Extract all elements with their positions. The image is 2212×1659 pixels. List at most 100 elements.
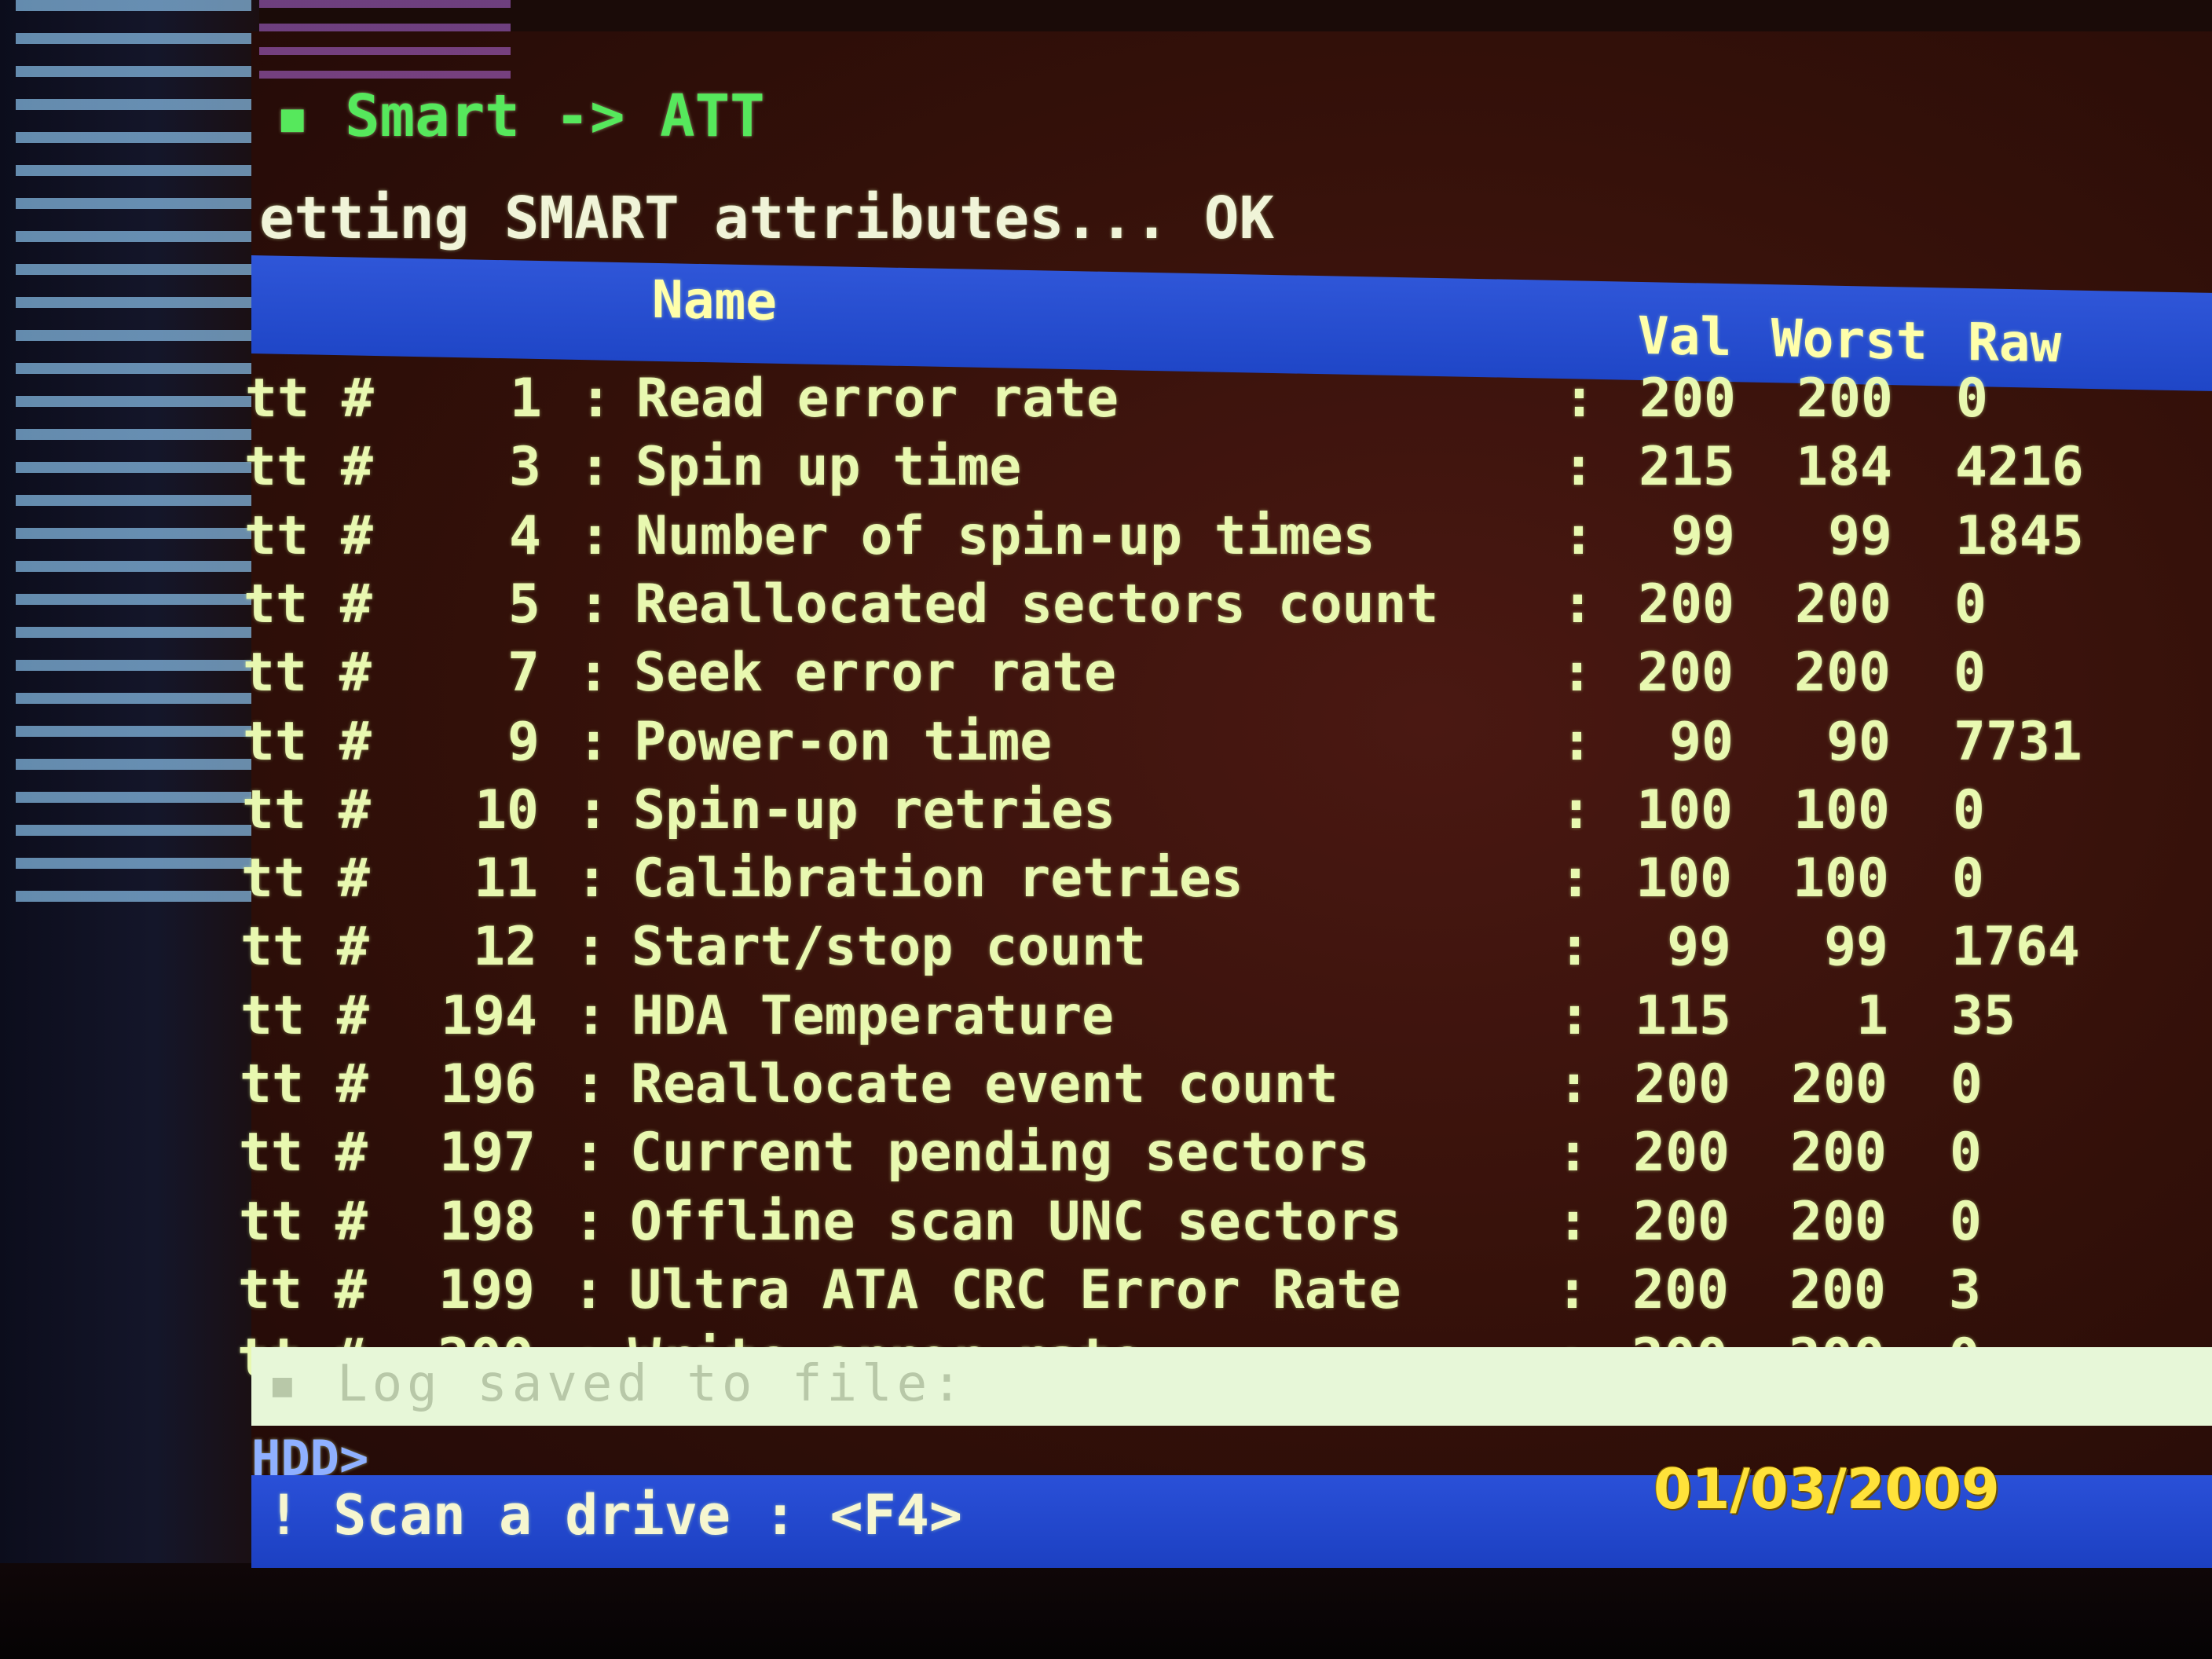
attr-prefix: tt # xyxy=(240,984,369,1047)
attr-sep: : xyxy=(577,778,609,841)
attr-sep-2: : xyxy=(1562,573,1594,635)
attr-sep: : xyxy=(576,848,608,910)
breadcrumb: ▪ Smart -> ATT xyxy=(275,82,765,150)
attr-name: Reallocate event count xyxy=(631,1053,1339,1115)
attr-sep-2: : xyxy=(1557,1122,1589,1185)
attr-id: 12 xyxy=(473,916,537,979)
attr-val: 200 xyxy=(1639,368,1736,430)
attr-val: 200 xyxy=(1637,642,1734,705)
attr-prefix: tt # xyxy=(245,368,374,430)
log-message: ▪ Log saved to file: xyxy=(267,1355,967,1413)
attr-raw: 1764 xyxy=(1951,916,2080,979)
attr-worst: 200 xyxy=(1790,1122,1887,1185)
attr-raw: 1845 xyxy=(1955,504,2084,567)
attr-worst: 200 xyxy=(1790,1190,1887,1253)
attr-worst: 200 xyxy=(1791,1053,1888,1115)
attr-name: Ultra ATA CRC Error Rate xyxy=(629,1258,1401,1321)
attr-id: 196 xyxy=(440,1053,537,1115)
attr-sep-2: : xyxy=(1558,1053,1590,1115)
attr-prefix: tt # xyxy=(243,710,372,773)
attr-sep: : xyxy=(574,1053,606,1115)
attr-id: 198 xyxy=(439,1190,536,1253)
attr-raw: 0 xyxy=(1953,778,1985,841)
monitor-bezel-bottom xyxy=(0,1563,2212,1659)
attr-sep: : xyxy=(573,1258,605,1321)
attr-sep: : xyxy=(577,642,610,705)
attr-name: Spin-up retries xyxy=(633,778,1116,841)
table-row: tt #197: Current pending sectors:200 200 0 xyxy=(239,1122,2212,1196)
attr-name: Calibration retries xyxy=(632,848,1243,910)
attr-prefix: tt # xyxy=(243,642,372,705)
attr-sep: : xyxy=(573,1122,606,1185)
attr-raw: 4216 xyxy=(1955,436,2084,499)
terminal-screen: ▪ Smart -> ATT etting SMART attributes..… xyxy=(237,0,2212,1568)
attr-val: 200 xyxy=(1632,1258,1729,1321)
attr-sep-2: : xyxy=(1563,368,1595,430)
attr-sep: : xyxy=(575,984,607,1047)
attr-raw: 0 xyxy=(1954,573,1987,635)
header-val: Val xyxy=(1638,305,1732,368)
attr-prefix: tt # xyxy=(240,916,369,979)
scan-drive-hint[interactable]: ! Scan a drive : <F4> xyxy=(267,1483,962,1547)
attr-sep-2: : xyxy=(1557,1190,1589,1253)
attr-prefix: tt # xyxy=(244,504,373,567)
attr-raw: 0 xyxy=(1950,1053,1983,1115)
attr-id: 194 xyxy=(441,984,537,1047)
table-row: tt #5: Reallocated sectors count:200 200 0 xyxy=(244,570,2212,639)
attr-sep: : xyxy=(575,916,607,979)
attr-sep: : xyxy=(580,368,612,430)
attr-name: Power-on time xyxy=(634,710,1053,773)
camera-date-stamp: 01/03/2009 xyxy=(1654,1457,2000,1522)
attr-raw: 0 xyxy=(1954,642,1986,705)
attr-raw: 7731 xyxy=(1954,710,2082,773)
attr-raw: 0 xyxy=(1952,848,1984,910)
attr-prefix: tt # xyxy=(244,436,373,499)
attr-prefix: tt # xyxy=(244,573,372,635)
table-row: tt #194: HDA Temperature:115 1 35 xyxy=(240,984,2212,1057)
attr-sep-2: : xyxy=(1559,848,1591,910)
attr-raw: 35 xyxy=(1951,984,2016,1047)
attr-sep-2: : xyxy=(1558,916,1591,979)
attr-raw: 0 xyxy=(1950,1190,1982,1253)
table-row: tt #198: Offline scan UNC sectors:200 200 0 xyxy=(239,1191,2212,1265)
header-name: Name xyxy=(652,269,777,332)
attr-name: Reallocated sectors count xyxy=(635,573,1439,635)
attr-sep: : xyxy=(578,573,610,635)
table-row: tt #11: Calibration retries:100 100 0 xyxy=(241,848,2212,917)
attr-raw: 0 xyxy=(1950,1122,1982,1185)
attr-name: Current pending sectors xyxy=(630,1122,1370,1185)
attr-worst: 200 xyxy=(1795,573,1892,635)
attr-sep-2: : xyxy=(1562,504,1595,567)
attr-id: 9 xyxy=(507,710,540,773)
attr-prefix: tt # xyxy=(238,1258,367,1321)
attr-val: 200 xyxy=(1633,1190,1730,1253)
attr-worst: 200 xyxy=(1794,642,1891,705)
table-row: tt #1: Read error rate:200 200 0 xyxy=(245,361,2212,430)
attr-val: 90 xyxy=(1669,710,1734,773)
table-row: tt #3: Spin up time:215 184 4216 xyxy=(244,431,2212,500)
attr-prefix: tt # xyxy=(242,778,371,841)
attr-sep-2: : xyxy=(1562,436,1595,499)
attr-val: 100 xyxy=(1636,778,1733,841)
table-row: tt # 12: Start/stop count: 99 99 1764 xyxy=(240,916,2212,987)
table-row: tt #7: Seek error rate:200 200 0 xyxy=(243,639,2212,709)
attr-name: Start/stop count xyxy=(632,916,1147,979)
attr-prefix: tt # xyxy=(241,848,370,910)
attr-val: 200 xyxy=(1638,573,1734,635)
attr-val: 200 xyxy=(1633,1122,1730,1185)
attr-id: 1 xyxy=(510,368,542,430)
attr-name: HDA Temperature xyxy=(632,984,1115,1047)
attr-worst: 200 xyxy=(1789,1258,1886,1321)
status-message: etting SMART attributes... OK xyxy=(259,185,1275,252)
attr-val: 99 xyxy=(1671,504,1735,567)
attr-id: 7 xyxy=(507,642,540,705)
attr-val: 215 xyxy=(1639,436,1735,499)
attr-id: 197 xyxy=(439,1122,536,1185)
attr-sep: : xyxy=(573,1190,606,1253)
attr-name: Spin up time xyxy=(635,436,1022,499)
attr-prefix: tt # xyxy=(239,1122,368,1185)
table-row: tt #196: Reallocate event count:200 200 0 xyxy=(240,1053,2212,1126)
attr-val: 99 xyxy=(1667,916,1731,979)
attr-raw: 3 xyxy=(1949,1258,1981,1321)
attr-sep: : xyxy=(579,436,611,499)
